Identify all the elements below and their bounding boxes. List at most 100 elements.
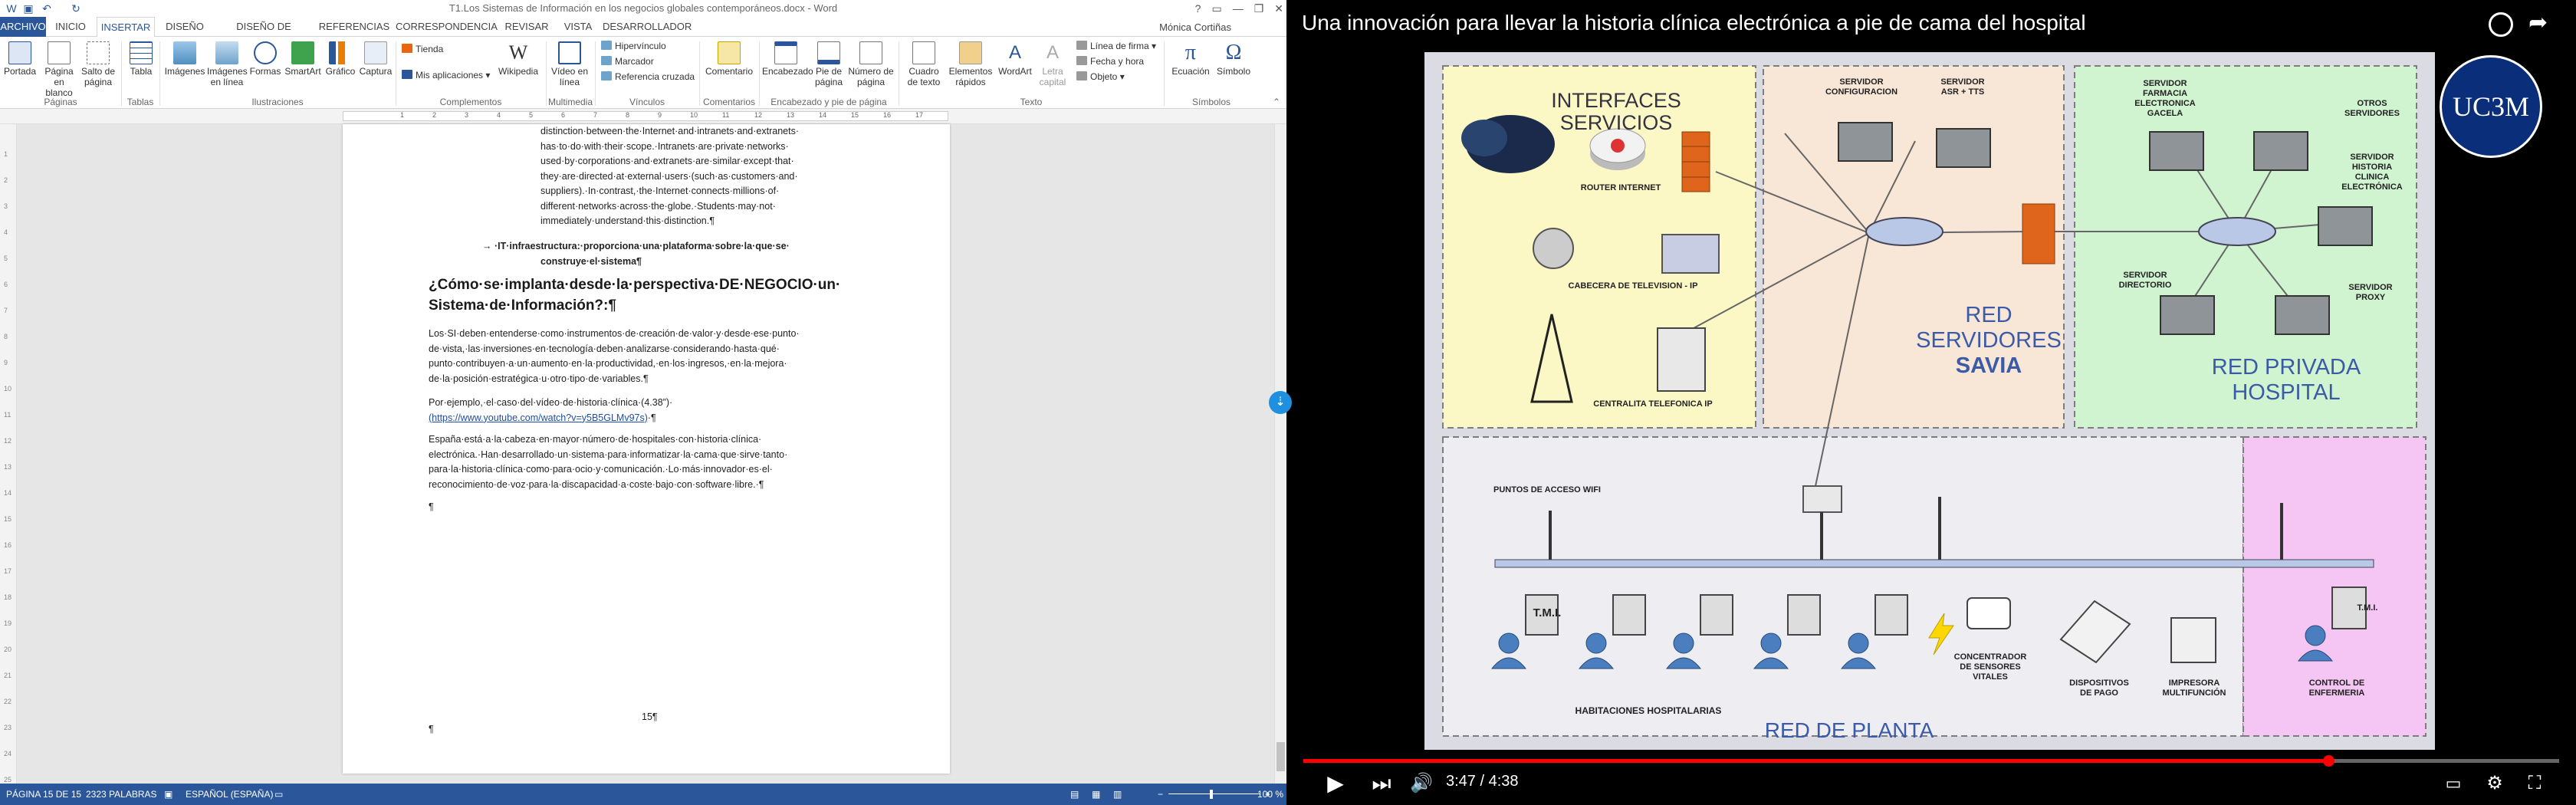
ruler-tick: 12 <box>4 437 12 445</box>
watch-later-icon[interactable] <box>2489 12 2513 37</box>
page-number: 15¶ <box>642 711 658 722</box>
help-icon[interactable]: ? <box>1195 0 1201 17</box>
numero-pagina-button[interactable]: Número de página <box>848 41 894 87</box>
progress-scrubber[interactable] <box>2323 755 2335 767</box>
tabla-button[interactable]: Tabla <box>126 41 156 77</box>
video-player[interactable]: Una innovación para llevar la historia c… <box>1286 0 2576 805</box>
collapse-ribbon-icon[interactable]: ⌃ <box>1273 97 1280 107</box>
label-tmi: T.M.I. <box>1533 606 1562 619</box>
tab-correspondencia[interactable]: CORRESPONDENCIA <box>396 17 498 37</box>
settings-icon[interactable]: ⚙ <box>2479 768 2510 799</box>
letra-capital-button[interactable]: A Letra capital <box>1035 41 1070 87</box>
next-icon[interactable]: ⏭ <box>1366 768 1397 799</box>
zoom-level[interactable]: 100 % <box>1257 784 1283 805</box>
pagina-blanco-button[interactable]: Página en blanco <box>40 41 78 98</box>
ruler-tick: 3 <box>465 111 469 119</box>
group-label-comentarios: Comentarios <box>702 97 756 107</box>
linea-firma-button[interactable]: Línea de firma ▾ <box>1076 38 1156 54</box>
document-page[interactable]: distinction·between·the·Internet·and·int… <box>343 124 950 774</box>
cuadro-texto-button[interactable]: Cuadro de texto <box>903 41 945 87</box>
read-mode-icon[interactable]: ▤ <box>1070 784 1079 805</box>
imagenes-button[interactable]: Imágenes <box>164 41 205 77</box>
ecuacion-button[interactable]: π Ecuación <box>1168 41 1213 77</box>
youtube-link[interactable]: (https://www.youtube.com/watch?v=y5B5GLM… <box>429 412 648 423</box>
paragraph-valor-line: de·vista,·las·inversiones·en·tecnología·… <box>429 343 780 354</box>
zoom-out-icon[interactable]: − <box>1158 784 1163 805</box>
paragraph-espana-line: reconocimiento·de·voz·para·la·discapacid… <box>429 478 764 490</box>
mis-aplicaciones-button[interactable]: Mis aplicaciones ▾ <box>402 67 490 83</box>
tab-diseno[interactable]: DISEÑO <box>159 17 210 37</box>
tab-desarrollador[interactable]: DESARROLLADOR <box>603 17 692 37</box>
tab-vista[interactable]: VISTA <box>558 17 598 37</box>
restore-icon[interactable]: ❐ <box>1254 0 1264 17</box>
encabezado-button[interactable]: Encabezado <box>762 41 813 77</box>
marcador-button[interactable]: Marcador <box>601 54 654 69</box>
web-layout-icon[interactable]: ▥ <box>1113 784 1122 805</box>
smartart-button[interactable]: SmartArt <box>284 41 322 77</box>
portada-button[interactable]: Portada <box>3 41 37 77</box>
label-tmi2: T.M.I. <box>2357 603 2378 613</box>
paragraph-valor-line: Los·SI·deben·entenderse·como·instrumento… <box>429 328 800 339</box>
label-red-savia-line: SAVIA <box>1955 353 2022 378</box>
tab-archivo[interactable]: ARCHIVO <box>0 17 46 37</box>
minimize-icon[interactable]: — <box>1233 0 1244 17</box>
bullet-line: construye·el·sistema¶ <box>540 255 642 267</box>
ruler-tick: 8 <box>626 111 630 119</box>
salto-pagina-button[interactable]: Salto de página <box>80 41 117 87</box>
comentario-button[interactable]: Comentario <box>704 41 754 77</box>
print-layout-icon[interactable]: ▦ <box>1092 784 1100 805</box>
imagenes-linea-button[interactable]: Imágenes en línea <box>207 41 248 87</box>
close-icon[interactable]: ✕ <box>1274 0 1283 17</box>
user-name[interactable]: Mónica Cortiñas <box>1159 21 1231 33</box>
status-page[interactable]: PÁGINA 15 DE 15 <box>6 784 81 805</box>
label-srv-historia-line: HISTORIA <box>2351 163 2393 172</box>
status-words[interactable]: 2323 PALABRAS <box>86 784 157 805</box>
referencia-cruzada-button[interactable]: Referencia cruzada <box>601 69 695 84</box>
captura-button[interactable]: Captura <box>359 41 393 77</box>
proofing-icon[interactable]: ▣ <box>164 784 172 805</box>
share-icon[interactable]: ➦ <box>2528 11 2556 35</box>
hipervinculo-button[interactable]: Hipervínculo <box>601 38 666 54</box>
ruler-tick: 1 <box>400 111 405 119</box>
elementos-rapidos-button[interactable]: Elementos rápidos <box>948 41 994 87</box>
tab-revisar[interactable]: REVISAR <box>500 17 554 37</box>
ruler-tick: 13 <box>4 463 12 471</box>
ruler-tick: 6 <box>4 281 8 288</box>
label-habitaciones: HABITACIONES HOSPITALARIAS <box>1575 705 1722 716</box>
volume-icon[interactable]: 🔊 <box>1406 768 1437 799</box>
ruler-tick: 25 <box>4 776 12 784</box>
tab-insertar[interactable]: INSERTAR <box>97 17 155 38</box>
fullscreen-icon[interactable]: ⛶ <box>2519 768 2550 799</box>
play-icon[interactable]: ▶ <box>1320 768 1351 799</box>
ribbon-display-icon[interactable]: ▭ <box>1211 0 1221 17</box>
formas-button[interactable]: Formas <box>248 41 282 77</box>
ruler-tick: 22 <box>4 698 12 705</box>
video-title[interactable]: Una innovación para llevar la historia c… <box>1302 11 2086 35</box>
simbolo-button[interactable]: Ω Símbolo <box>1214 41 1253 77</box>
objeto-button[interactable]: Objeto ▾ <box>1076 69 1125 84</box>
status-language[interactable]: ESPAÑOL (ESPAÑA) <box>186 784 273 805</box>
subtitles-icon[interactable]: ▭ <box>2438 768 2469 799</box>
ruler-tick: 11 <box>4 411 12 419</box>
tab-inicio[interactable]: INICIO <box>49 17 92 37</box>
tab-referencias[interactable]: REFERENCIAS <box>317 17 391 37</box>
pie-pagina-button[interactable]: Pie de página <box>811 41 846 87</box>
tienda-button[interactable]: Tienda <box>402 41 443 57</box>
label-concentrador-line: DE SENSORES <box>1960 662 2021 672</box>
zoom-slider-thumb[interactable] <box>1210 790 1213 799</box>
floating-action-icon[interactable]: ⇣ <box>1269 391 1292 414</box>
grafico-button[interactable]: Gráfico <box>324 41 357 77</box>
vertical-scrollbar[interactable] <box>1274 124 1286 784</box>
wordart-button[interactable]: A WordArt <box>997 41 1033 77</box>
video-linea-button[interactable]: Vídeo en línea <box>550 41 589 87</box>
macro-icon[interactable]: ▭ <box>274 784 283 805</box>
progress-bar[interactable] <box>1303 755 2559 767</box>
wikipedia-button[interactable]: W Wikipedia <box>495 41 541 77</box>
label-srv-historia: SERVIDOR HISTORIA CLINICA ELECTRÓNICA <box>2257 153 2487 192</box>
label-srv-asr-line: ASR + TTS <box>1940 87 1985 97</box>
ruler-tick: 17 <box>4 567 12 575</box>
tab-diseno-pagina[interactable]: DISEÑO DE PÁGINA <box>216 17 311 52</box>
scrollbar-thumb[interactable] <box>1276 742 1285 771</box>
fecha-hora-button[interactable]: Fecha y hora <box>1076 54 1144 69</box>
label-srv-farmacia-line: GACELA <box>2147 109 2183 118</box>
